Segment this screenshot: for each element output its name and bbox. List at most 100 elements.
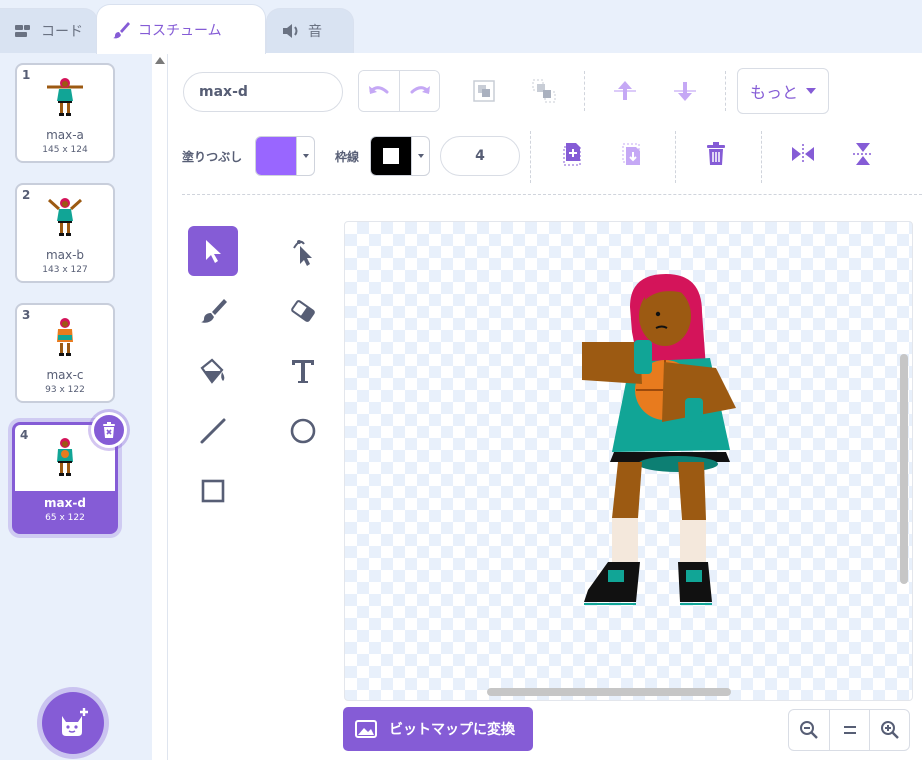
zoom-in-button[interactable] xyxy=(869,710,909,750)
fill-color-swatch xyxy=(256,137,296,175)
convert-to-bitmap-button[interactable]: ビットマップに変換 xyxy=(343,707,533,751)
arrow-down-icon xyxy=(674,82,696,101)
costume-number: 2 xyxy=(22,188,31,202)
costume-name-input[interactable] xyxy=(183,72,343,112)
paintbrush-icon xyxy=(111,20,131,40)
paint-editor: もっと 塗りつぶし 枠線 xyxy=(168,53,922,760)
convert-to-bitmap-label: ビットマップに変換 xyxy=(389,722,515,738)
zoom-out-icon xyxy=(800,721,818,739)
costume-thumbnail xyxy=(57,438,73,476)
forward-button[interactable] xyxy=(607,73,643,109)
outline-label: 枠線 xyxy=(335,150,360,164)
tab-sounds[interactable]: 音 xyxy=(266,8,354,53)
canvas-horizontal-scrollbar[interactable] xyxy=(487,688,731,696)
costume-thumbnail xyxy=(57,318,73,356)
eraser-tool[interactable] xyxy=(278,286,328,336)
redo-button[interactable] xyxy=(399,71,439,111)
costume-number: 3 xyxy=(22,308,31,322)
backward-button[interactable] xyxy=(667,73,703,109)
more-label: もっと xyxy=(749,83,798,102)
more-menu-button[interactable]: もっと xyxy=(737,68,829,114)
tab-costumes[interactable]: コスチューム xyxy=(96,4,266,54)
dropdown-arrow-icon xyxy=(296,137,314,175)
reshape-icon xyxy=(293,240,312,266)
speaker-icon xyxy=(281,21,301,41)
costume-name: max-c xyxy=(46,368,84,382)
select-tool[interactable] xyxy=(188,226,238,276)
fill-label: 塗りつぶし xyxy=(182,150,243,164)
costume-thumbnail xyxy=(47,78,83,116)
group-icon xyxy=(473,80,495,102)
arrow-up-icon xyxy=(614,81,636,100)
costume-number: 4 xyxy=(20,428,29,442)
delete-button[interactable] xyxy=(698,136,734,172)
costume-size: 145 x 124 xyxy=(42,145,88,155)
tab-code-label: コード xyxy=(41,24,83,40)
rectangle-icon xyxy=(201,479,225,503)
costume-number: 1 xyxy=(22,68,31,82)
costume-name: max-b xyxy=(45,248,85,262)
canvas-vertical-scrollbar[interactable] xyxy=(900,354,908,584)
flip-horizontal-icon xyxy=(792,144,814,164)
tab-costumes-label: コスチューム xyxy=(138,22,222,39)
trash-icon xyxy=(707,142,725,165)
toolbar-divider xyxy=(675,131,676,183)
paste-icon xyxy=(622,143,640,165)
ungroup-icon xyxy=(532,79,556,103)
group-button[interactable] xyxy=(466,73,502,109)
costume-size: 65 x 122 xyxy=(45,513,85,523)
toolbar-divider xyxy=(530,131,531,183)
equals-icon xyxy=(843,726,856,734)
paint-bucket-icon xyxy=(200,358,225,384)
costume-size: 93 x 122 xyxy=(45,385,85,395)
brush-icon xyxy=(201,299,227,323)
costume-item[interactable]: 3 max-c 93 x 122 xyxy=(15,303,115,403)
add-costume-button[interactable] xyxy=(42,692,104,754)
flip-vertical-button[interactable] xyxy=(845,136,881,172)
outline-width-input[interactable] xyxy=(440,136,520,176)
scroll-up-arrow-icon[interactable] xyxy=(155,57,165,64)
cat-add-icon xyxy=(62,708,88,736)
code-icon xyxy=(14,21,34,41)
toolbar-divider xyxy=(761,131,762,183)
costume-item[interactable]: 2 max-b 143 x 127 xyxy=(15,183,115,283)
undo-button[interactable] xyxy=(359,71,399,111)
tab-sounds-label: 音 xyxy=(308,24,322,40)
text-icon xyxy=(292,360,314,383)
costume-thumbnail xyxy=(47,198,83,236)
undo-redo-group xyxy=(358,70,440,112)
costume-name: max-d xyxy=(44,496,86,510)
costume-name: max-a xyxy=(46,128,84,142)
toolbar-separator xyxy=(182,194,922,195)
fill-tool[interactable] xyxy=(188,346,238,396)
drawing-canvas[interactable] xyxy=(344,221,913,701)
costume-item[interactable]: 1 max-a 145 x 124 xyxy=(15,63,115,163)
costume-list-scrollbar[interactable] xyxy=(152,53,168,760)
undo-icon xyxy=(369,86,389,94)
trash-icon xyxy=(103,422,115,438)
tab-code[interactable]: コード xyxy=(0,8,98,53)
zoom-reset-button[interactable] xyxy=(829,710,869,750)
copy-button[interactable] xyxy=(554,136,590,172)
toolbar-divider xyxy=(584,71,585,111)
line-icon xyxy=(200,418,226,444)
reshape-tool[interactable] xyxy=(278,226,328,276)
brush-tool[interactable] xyxy=(188,286,238,336)
line-tool[interactable] xyxy=(188,406,238,456)
flip-vertical-icon xyxy=(853,143,873,165)
circle-icon xyxy=(290,418,316,444)
zoom-in-icon xyxy=(880,721,899,739)
rectangle-tool[interactable] xyxy=(188,466,238,516)
fill-color-picker[interactable] xyxy=(255,136,315,176)
tab-bar: コード コスチューム 音 xyxy=(0,0,922,54)
delete-costume-button[interactable] xyxy=(91,412,127,448)
ungroup-button[interactable] xyxy=(526,73,562,109)
paste-button[interactable] xyxy=(614,136,650,172)
zoom-controls xyxy=(788,709,910,751)
circle-tool[interactable] xyxy=(278,406,328,456)
flip-horizontal-button[interactable] xyxy=(785,136,821,172)
text-tool[interactable] xyxy=(278,346,328,396)
zoom-out-button[interactable] xyxy=(789,710,829,750)
outline-color-picker[interactable] xyxy=(370,136,430,176)
select-arrow-icon xyxy=(206,240,221,263)
